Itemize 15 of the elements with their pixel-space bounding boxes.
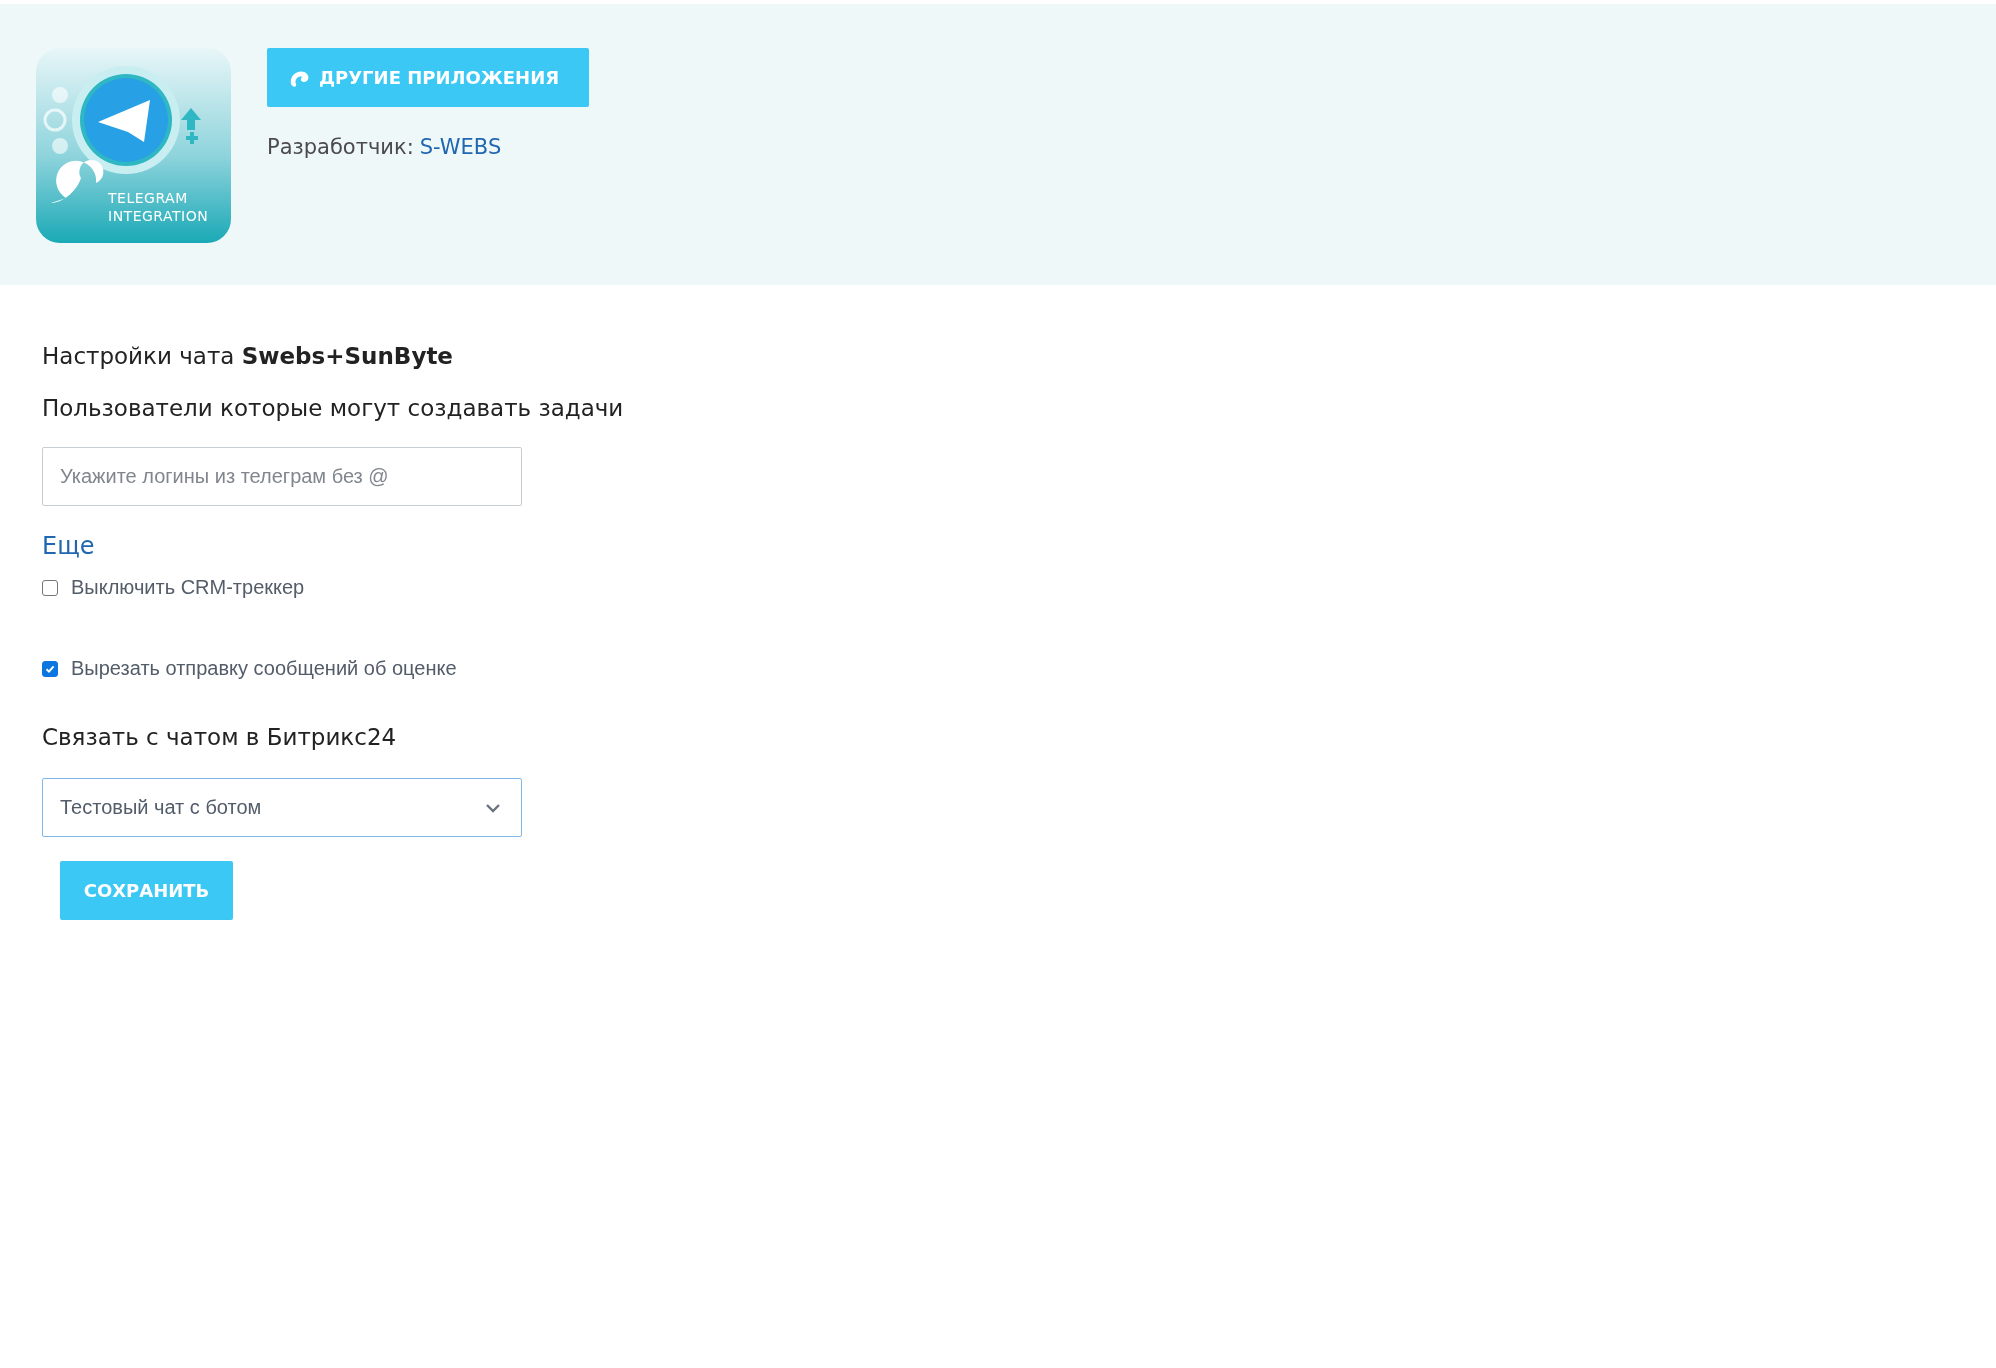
checkbox[interactable] — [42, 660, 58, 677]
checkbox-label: Выключить CRM-треккер — [71, 576, 305, 599]
telegram-logo-icon — [36, 48, 231, 243]
more-link[interactable]: Еще — [42, 532, 95, 560]
chat-settings-title: Настройки чата Swebs+SunByte — [42, 343, 453, 369]
logins-input-field[interactable]: Укажите логины из телеграм без @ — [42, 447, 522, 506]
chat-link-label: Связать с чатом в Битрикс24 — [42, 724, 397, 750]
chat-select[interactable]: Тестовый чат с ботом — [42, 778, 522, 837]
developer-link[interactable]: S-WEBS — [419, 135, 502, 159]
logo-text: TELEGRAM INTEGRATION — [108, 189, 209, 225]
chevron-down-icon — [485, 802, 501, 813]
users-label: Пользователи которые могут создавать задачи — [42, 395, 624, 421]
developer-label: Разработчик: — [267, 135, 414, 159]
checkbox-label: Вырезать отправку сообщений об оценке — [71, 657, 457, 680]
checkbox[interactable] — [42, 579, 58, 596]
